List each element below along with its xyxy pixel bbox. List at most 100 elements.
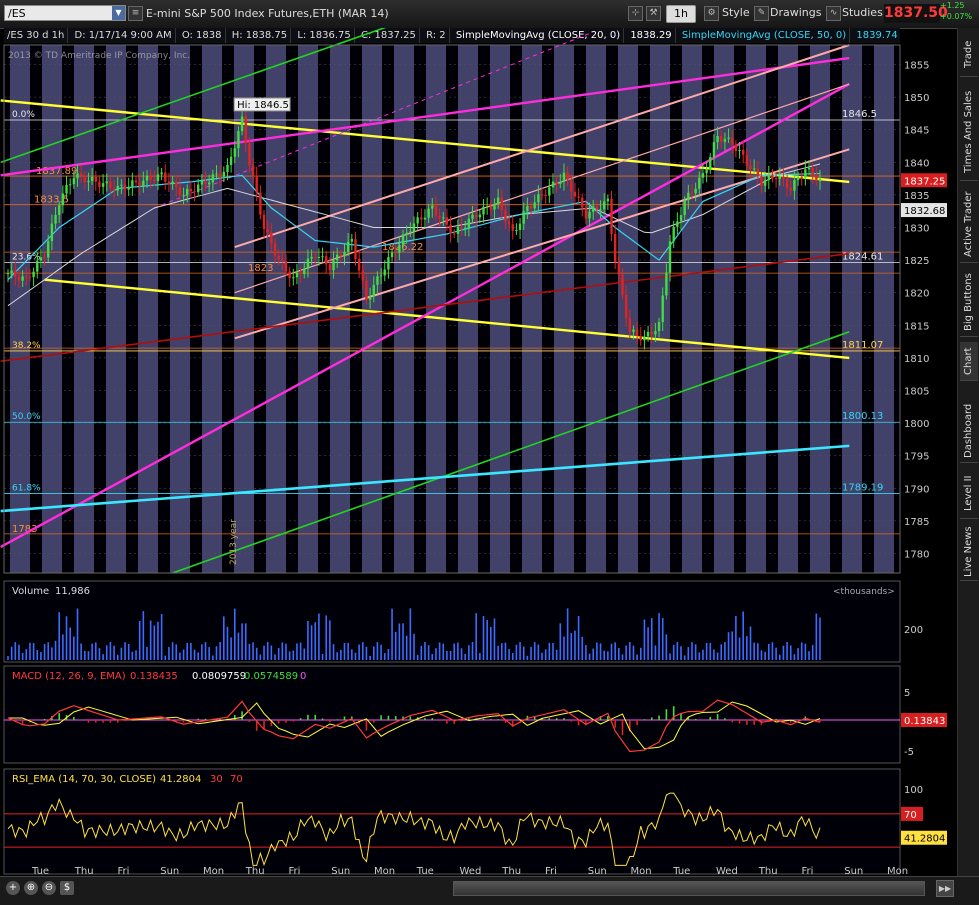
candle-body [234,148,236,156]
volume-bar [36,650,38,660]
rsi-value: 70 [230,774,243,785]
zoom-out-icon[interactable]: ⊖ [42,881,56,895]
volume-bar [66,616,68,660]
macd-histogram-bar [190,720,192,721]
pencil-icon[interactable]: ✎ [754,6,769,21]
instrument-icon[interactable]: ≡ [128,6,143,21]
rsi-value-badge-label: 41.2804 [904,834,945,845]
time-axis-label: Thu [245,866,265,876]
macd-histogram-bar [58,713,60,720]
volume-bar [95,642,97,660]
volume-bar [388,649,390,660]
chevron-down-icon[interactable]: ▼ [112,6,125,20]
candle-body [672,227,674,241]
gear-icon[interactable]: ⚙ [704,6,719,21]
dollar-icon[interactable]: $ [60,881,74,895]
expand-icon[interactable]: ▶▶ [936,880,954,897]
macd-histogram-bar [300,718,302,720]
scrollbar-thumb[interactable] [454,882,924,895]
candle-body [109,181,111,188]
last-price: 1837.50 [884,4,940,23]
volume-bar [91,644,93,660]
volume-bar [18,645,20,660]
interval-button[interactable]: 1h [666,5,696,23]
volume-bar [816,614,818,660]
candle-body [552,182,554,188]
volume-bar [819,617,821,660]
volume-bar [22,653,24,660]
volume-bar [739,638,741,660]
price-tick-label: 1795 [904,452,929,463]
candle-body [570,180,572,192]
candle-body [376,276,378,285]
candle-body [248,143,250,165]
candle-body [508,221,510,224]
tab-chart[interactable]: Chart [960,342,978,381]
volume-bar [347,643,349,660]
time-scrollbar[interactable] [453,881,925,896]
tab-trade[interactable]: Trade [960,32,978,77]
volume-bar [336,652,338,660]
volume-bar [794,654,796,660]
tab-times-and-sales[interactable]: Times And Sales [960,84,978,181]
volume-bar [764,652,766,660]
chart-area[interactable]: 1780178517901795180018051810181518201825… [0,28,957,876]
volume-bar [99,648,101,660]
volume-bar [578,616,580,660]
candle-body [629,318,631,332]
candle-body [757,168,759,176]
rsi-value: 41.2804 [160,774,201,785]
tab-level-ii[interactable]: Level II [960,468,978,519]
candle-body [548,187,550,195]
drawings-button[interactable]: Drawings [770,5,821,21]
studies-icon[interactable]: ∿ [826,6,841,21]
candle-body [577,196,579,197]
candle-body [193,191,195,192]
symbol-input[interactable]: /ES ▼ [4,5,126,21]
volume-bar [11,647,13,660]
macd-histogram-bar [614,720,616,728]
candle-body [603,201,605,209]
candle-body [277,256,279,260]
candle-body [182,195,184,196]
macd-histogram-bar [234,715,236,720]
macd-histogram-bar [329,720,331,722]
candle-body [252,165,254,175]
candle-body [358,259,360,271]
candle-body [555,182,557,184]
candle-body [618,262,620,274]
volume-bar [812,645,814,660]
time-axis-label: Wed [460,866,482,876]
volume-bar [731,631,733,660]
tab-live-news[interactable]: Live News [960,524,978,581]
candle-body [753,168,755,169]
volume-bar [234,609,236,660]
volume-bar [805,644,807,660]
style-button[interactable]: Style [722,5,750,21]
candle-body [497,198,499,204]
volume-bar [274,654,276,660]
tab-active-trader[interactable]: Active Trader [960,186,978,263]
studies-button[interactable]: Studies [842,5,883,21]
volume-bar [362,642,364,660]
tab-dashboard[interactable]: Dashboard [960,400,978,463]
candle-body [713,142,715,157]
candle-body [431,205,433,208]
candle-body [373,285,375,297]
add-icon[interactable]: + [6,881,20,895]
volume-bar [410,608,412,660]
candle-body [698,178,700,189]
zoom-in-icon[interactable]: ⊕ [24,881,38,895]
candle-body [402,235,404,245]
volume-bar [395,632,397,660]
candle-body [197,185,199,193]
volume-bar [779,655,781,660]
right-sidebar: Trade Times And Sales Active Trader Big … [957,28,979,876]
tab-big-buttons[interactable]: Big Buttons [960,268,978,337]
macd-histogram-bar [249,720,251,722]
wrench-icon[interactable]: ⚒ [646,6,661,21]
volume-bar [581,637,583,660]
volume-bar [197,652,199,660]
candle-body [771,175,773,178]
crosshair-icon[interactable]: ⊹ [628,6,643,21]
